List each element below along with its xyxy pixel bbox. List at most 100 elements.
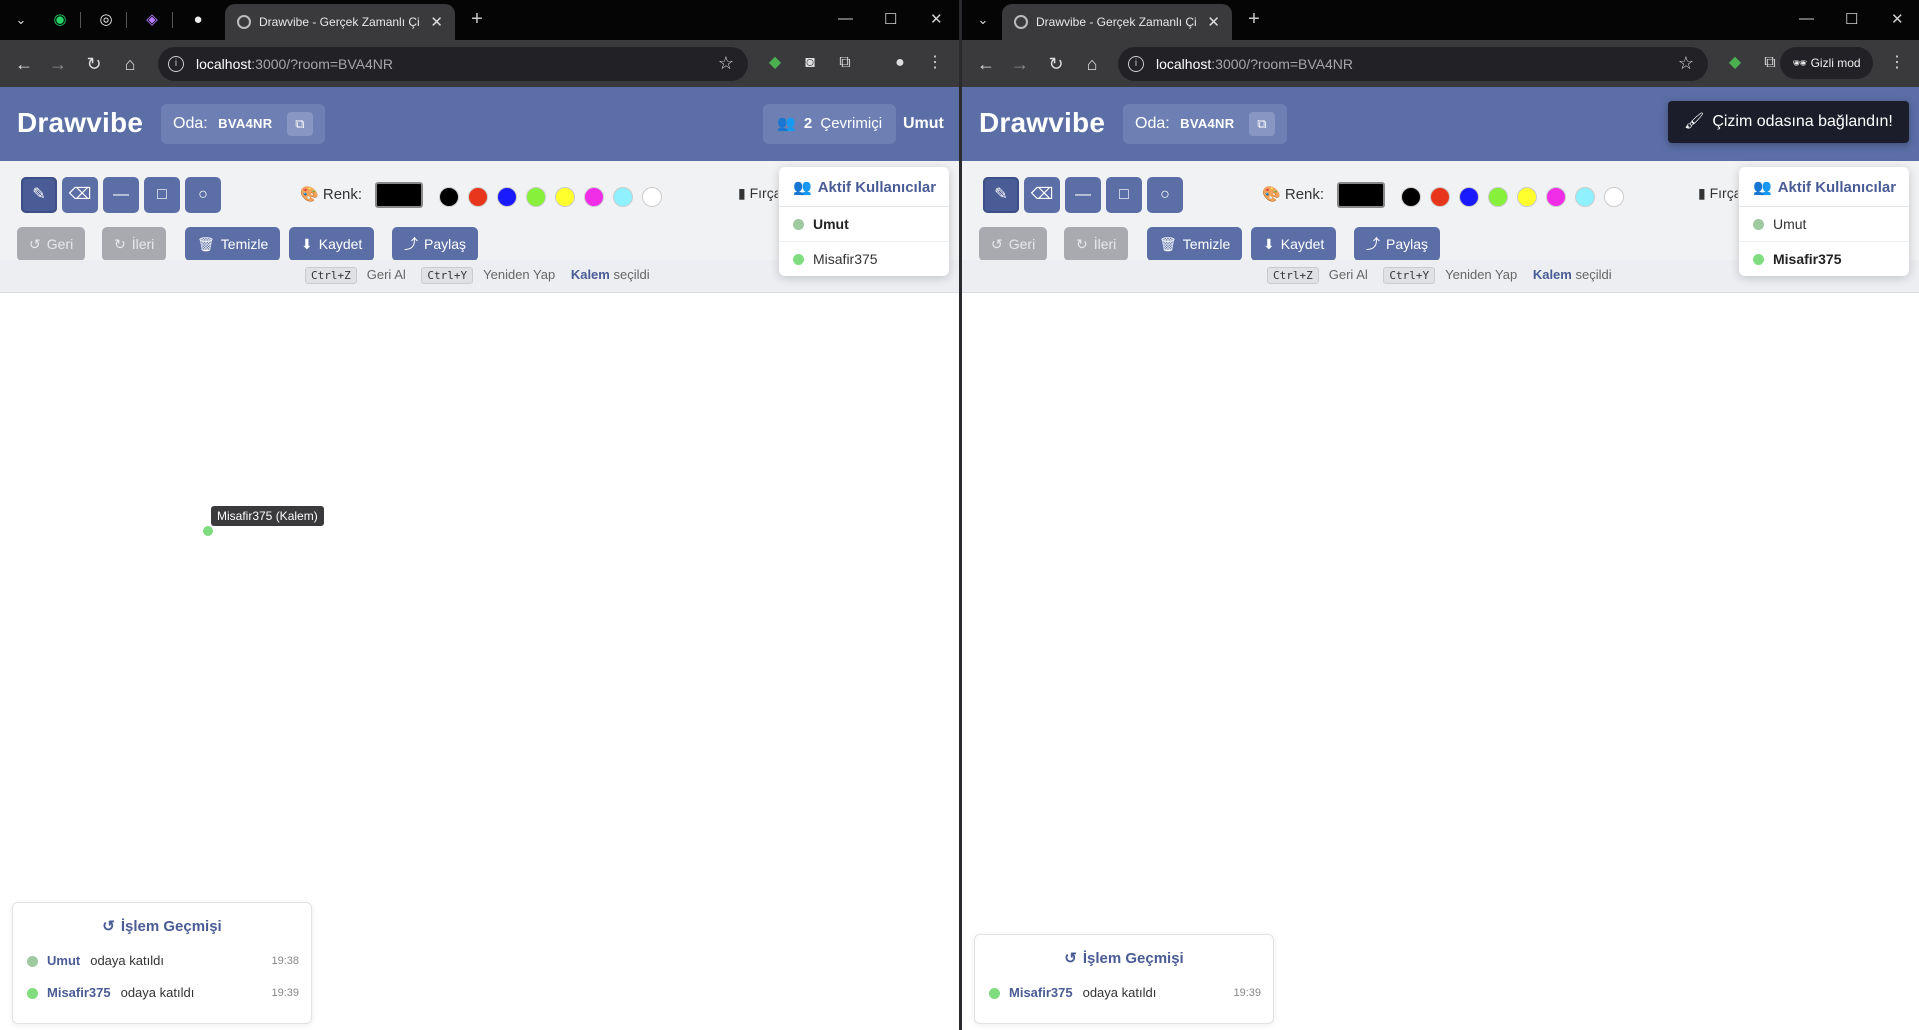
color-black[interactable] bbox=[1401, 187, 1421, 207]
shield-extension-icon[interactable]: ◆ bbox=[1722, 50, 1748, 76]
share-button[interactable]: ⤴ Paylaş bbox=[392, 227, 479, 261]
redo-button[interactable]: ↻ İleri bbox=[1064, 227, 1129, 261]
incognito-badge[interactable]: 🕶 Gizli mod bbox=[1780, 47, 1873, 79]
redo-button[interactable]: ↻ İleri bbox=[102, 227, 167, 261]
close-tab-icon[interactable]: ✕ bbox=[430, 13, 443, 31]
redo-shortcut-text: Yeniden Yap bbox=[483, 267, 556, 282]
redo-shortcut-text: Yeniden Yap bbox=[1445, 267, 1518, 282]
color-green[interactable] bbox=[1488, 187, 1508, 207]
tab-strip: ⌄ ◉ ◎ ◈ ● Drawvibe - Gerçek Zamanlı Çizi… bbox=[0, 0, 959, 40]
active-tab[interactable]: Drawvibe - Gerçek Zamanlı Çizim ✕ bbox=[1002, 4, 1232, 40]
save-button[interactable]: ⬇ Kaydet bbox=[1251, 227, 1337, 261]
redo-shortcut-key: Ctrl+Y bbox=[421, 267, 474, 284]
undo-button[interactable]: ↺ Geri bbox=[979, 227, 1048, 261]
home-icon[interactable]: ⌂ bbox=[118, 52, 142, 76]
current-color-swatch[interactable] bbox=[375, 182, 423, 208]
active-tab[interactable]: Drawvibe - Gerçek Zamanlı Çizim ✕ bbox=[225, 4, 455, 40]
new-tab-icon[interactable]: + bbox=[465, 8, 489, 32]
maximize-icon[interactable]: ☐ bbox=[884, 10, 897, 28]
color-magenta[interactable] bbox=[584, 187, 604, 207]
share-button[interactable]: ⤴ Paylaş bbox=[1354, 227, 1441, 261]
circle-tool-button[interactable]: ○ bbox=[185, 177, 221, 213]
eraser-tool-button[interactable]: ⌫ bbox=[62, 177, 98, 213]
pinned-separator bbox=[172, 12, 173, 28]
site-info-icon[interactable]: i bbox=[168, 56, 184, 72]
drawvibe-app: Drawvibe Oda: BVA4NR ⧉ 🖌 Çizim odasına ba… bbox=[962, 87, 1919, 1030]
shield-extension-icon[interactable]: ◆ bbox=[762, 50, 788, 76]
whatsapp-pinned-tab-icon[interactable]: ◉ bbox=[46, 8, 74, 32]
color-red[interactable] bbox=[1430, 187, 1450, 207]
rectangle-tool-button[interactable]: □ bbox=[1106, 177, 1142, 213]
bookmark-star-icon[interactable]: ☆ bbox=[718, 53, 734, 74]
back-icon[interactable]: ← bbox=[974, 52, 998, 76]
tab-search-chevron-icon[interactable]: ⌄ bbox=[970, 8, 996, 32]
history-title: ↺ İşlem Geçmişi bbox=[102, 918, 222, 935]
undo-button[interactable]: ↺ Geri bbox=[17, 227, 86, 261]
profile-avatar-icon[interactable]: ● bbox=[887, 50, 913, 76]
save-button[interactable]: ⬇ Kaydet bbox=[289, 227, 375, 261]
app-logo: Drawvibe bbox=[17, 107, 144, 138]
pen-tool-button[interactable]: ✎ bbox=[21, 177, 57, 213]
forward-icon[interactable]: → bbox=[46, 52, 70, 76]
camera-extension-icon[interactable]: ◙ bbox=[797, 50, 823, 76]
trash-icon: 🗑 bbox=[1159, 236, 1177, 252]
new-tab-icon[interactable]: + bbox=[1242, 8, 1266, 32]
current-color-swatch[interactable] bbox=[1337, 182, 1385, 208]
circle-tool-button[interactable]: ○ bbox=[1147, 177, 1183, 213]
close-window-icon[interactable]: ✕ bbox=[930, 10, 943, 28]
color-blue[interactable] bbox=[1459, 187, 1479, 207]
minimize-icon[interactable]: — bbox=[1799, 10, 1814, 27]
color-white[interactable] bbox=[1604, 187, 1624, 207]
maximize-icon[interactable]: ☐ bbox=[1845, 10, 1858, 28]
color-cyan[interactable] bbox=[613, 187, 633, 207]
back-icon[interactable]: ← bbox=[12, 52, 36, 76]
home-icon[interactable]: ⌂ bbox=[1080, 52, 1104, 76]
bookmark-star-icon[interactable]: ☆ bbox=[1678, 53, 1694, 74]
color-green[interactable] bbox=[526, 187, 546, 207]
menu-kebab-icon[interactable]: ⋮ bbox=[922, 50, 948, 76]
extensions-puzzle-icon[interactable]: ⧉ bbox=[832, 50, 858, 76]
minimize-icon[interactable]: — bbox=[838, 10, 853, 27]
line-tool-button[interactable]: — bbox=[1065, 177, 1101, 213]
omnibox[interactable]: i localhost:3000/?room=BVA4NR ☆ bbox=[1118, 47, 1708, 81]
copy-room-code-button[interactable]: ⧉ bbox=[286, 111, 313, 136]
tab-search-chevron-icon[interactable]: ⌄ bbox=[8, 8, 34, 32]
color-black[interactable] bbox=[439, 187, 459, 207]
color-yellow[interactable] bbox=[1517, 187, 1537, 207]
current-user-name: Umut bbox=[903, 115, 944, 132]
omnibox[interactable]: i localhost:3000/?room=BVA4NR ☆ bbox=[158, 47, 748, 81]
menu-kebab-icon[interactable]: ⋮ bbox=[1884, 50, 1910, 76]
close-window-icon[interactable]: ✕ bbox=[1891, 10, 1904, 28]
color-white[interactable] bbox=[642, 187, 662, 207]
line-tool-button[interactable]: — bbox=[103, 177, 139, 213]
drawing-canvas[interactable] bbox=[962, 293, 1919, 1030]
history-row: Umut odaya katıldı 19:38 bbox=[13, 945, 311, 977]
reload-icon[interactable]: ↻ bbox=[1044, 52, 1068, 76]
github-pinned-tab-icon[interactable]: ● bbox=[184, 8, 212, 32]
url-text[interactable]: localhost:3000/?room=BVA4NR bbox=[1156, 56, 1353, 72]
clear-button[interactable]: 🗑 Temizle bbox=[1147, 227, 1243, 261]
color-magenta[interactable] bbox=[1546, 187, 1566, 207]
url-text[interactable]: localhost:3000/?room=BVA4NR bbox=[196, 56, 393, 72]
trash-icon: 🗑 bbox=[197, 236, 215, 252]
remote-cursor-label: Misafir375 (Kalem) bbox=[211, 506, 324, 526]
forward-icon[interactable]: → bbox=[1008, 52, 1032, 76]
site-info-icon[interactable]: i bbox=[1128, 56, 1144, 72]
online-users-button[interactable]: 👥 2 Çevrimiçi bbox=[763, 104, 897, 144]
status-dot bbox=[27, 956, 38, 967]
color-blue[interactable] bbox=[497, 187, 517, 207]
eraser-tool-button[interactable]: ⌫ bbox=[1024, 177, 1060, 213]
color-red[interactable] bbox=[468, 187, 488, 207]
pinned-tab-icon[interactable]: ◎ bbox=[92, 8, 120, 32]
color-label: 🎨 Renk: bbox=[300, 186, 363, 203]
pen-tool-button[interactable]: ✎ bbox=[983, 177, 1019, 213]
app-header: Drawvibe Oda: BVA4NR ⧉ 👥 2 Çevrimiçi Umu… bbox=[0, 87, 959, 161]
pinned-tab-icon[interactable]: ◈ bbox=[138, 8, 166, 32]
reload-icon[interactable]: ↻ bbox=[82, 52, 106, 76]
close-tab-icon[interactable]: ✕ bbox=[1207, 13, 1220, 31]
color-yellow[interactable] bbox=[555, 187, 575, 207]
color-cyan[interactable] bbox=[1575, 187, 1595, 207]
rectangle-tool-button[interactable]: □ bbox=[144, 177, 180, 213]
copy-room-code-button[interactable]: ⧉ bbox=[1248, 111, 1275, 136]
clear-button[interactable]: 🗑 Temizle bbox=[185, 227, 281, 261]
